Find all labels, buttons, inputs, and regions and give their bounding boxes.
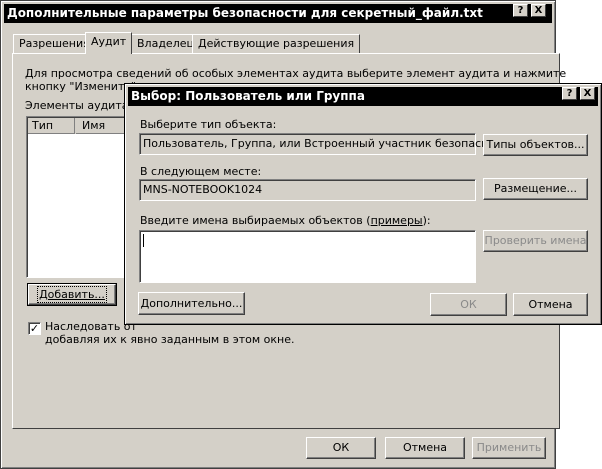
list-header: Тип Имя [28,118,130,134]
main-window-title: Дополнительные параметры безопасности дл… [7,6,483,20]
location-label: В следующем месте: [140,165,262,178]
tab-permissions[interactable]: Разрешения [13,34,96,53]
dialog-title: Выбор: Пользователь или Группа [131,89,365,103]
audit-description-line1: Для просмотра сведений об особых элемент… [25,67,567,80]
cancel-button[interactable]: Отмена [385,437,465,459]
select-user-or-group-dialog: Выбор: Пользователь или Группа ? X Выбер… [124,83,602,325]
examples-link[interactable]: примеры [371,214,423,227]
object-names-input[interactable] [139,230,476,283]
tab-effective-permissions[interactable]: Действующие разрешения [192,34,361,53]
object-type-field: Пользователь, Группа, или Встроенный уча… [139,133,515,155]
tab-owner[interactable]: Владелец [131,34,200,53]
audit-entries-list[interactable]: Тип Имя [26,116,131,278]
object-types-button[interactable]: Типы объектов... [483,134,588,156]
dialog-close-button[interactable]: X [580,87,595,100]
main-title-bar[interactable]: Дополнительные параметры безопасности дл… [4,4,552,23]
location-field: MNS-NOTEBOOK1024 [139,179,476,201]
dialog-ok-button[interactable]: ОК [430,293,507,316]
audit-description-line2: кнопку "Изменить". [25,80,140,93]
advanced-button[interactable]: Дополнительно... [138,292,245,315]
location-button[interactable]: Размещение... [483,178,588,200]
dialog-help-button[interactable]: ? [562,87,577,100]
apply-button[interactable]: Применить [472,437,546,459]
main-help-button[interactable]: ? [513,4,528,17]
inherit-label-line2: добавляя их к явно заданным в этом окне. [45,333,295,346]
check-names-button[interactable]: Проверить имена [483,230,588,252]
object-names-label: Введите имена выбираемых объектов (приме… [140,214,431,227]
column-header-type[interactable]: Тип [28,118,75,134]
text-cursor [143,234,144,247]
dialog-cancel-button[interactable]: Отмена [513,293,588,316]
column-header-name[interactable]: Имя [76,118,130,134]
object-type-label: Выберите тип объекта: [140,118,277,131]
ok-button[interactable]: ОК [306,437,376,459]
inherit-checkbox[interactable]: ✓ [28,322,41,335]
add-button[interactable]: Добавить... [27,283,117,306]
main-close-button[interactable]: X [531,4,546,17]
audit-entries-label: Элементы аудита: [25,99,133,112]
tab-audit[interactable]: Аудит [85,32,133,54]
dialog-title-bar[interactable]: Выбор: Пользователь или Группа [128,87,598,106]
